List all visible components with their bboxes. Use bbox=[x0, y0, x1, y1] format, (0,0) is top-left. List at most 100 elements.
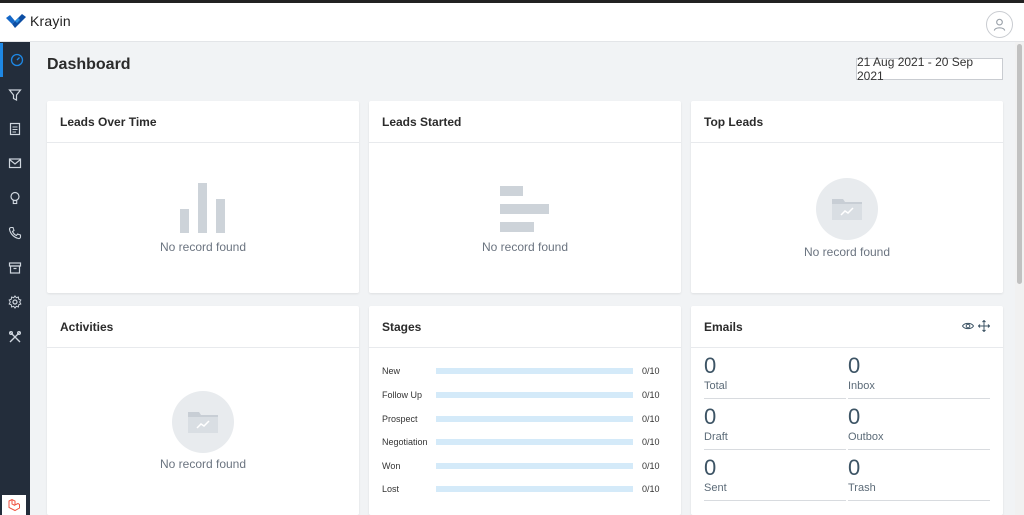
stage-label: Negotiation bbox=[382, 437, 428, 447]
sidebar-item-quotes[interactable] bbox=[0, 112, 30, 146]
card-header: Activities bbox=[47, 306, 359, 348]
email-count: 0 bbox=[848, 404, 861, 429]
card-title: Activities bbox=[60, 319, 114, 334]
stage-progress-bar bbox=[436, 416, 633, 422]
email-count: 0 bbox=[848, 353, 861, 378]
stage-value: 0/10 bbox=[642, 366, 660, 376]
card-header: Leads Started bbox=[369, 101, 681, 143]
empty-message: No record found bbox=[481, 240, 569, 254]
laravel-badge[interactable] bbox=[2, 495, 26, 515]
filter-icon bbox=[8, 89, 22, 101]
card-title: Emails bbox=[704, 319, 743, 334]
card-header: Leads Over Time bbox=[47, 101, 359, 143]
empty-folder-icon bbox=[172, 391, 234, 453]
sidebar-item-contacts[interactable] bbox=[0, 216, 30, 250]
stage-progress-bar bbox=[436, 439, 633, 445]
scrollbar-thumb[interactable] bbox=[1017, 44, 1022, 284]
stage-label: Prospect bbox=[382, 414, 418, 424]
card-title: Leads Over Time bbox=[60, 114, 157, 129]
document-icon bbox=[9, 122, 21, 136]
stage-progress-bar bbox=[436, 463, 633, 469]
stage-row: Follow Up 0/10 bbox=[382, 388, 668, 402]
stage-label: Follow Up bbox=[382, 390, 423, 400]
user-avatar[interactable] bbox=[986, 11, 1013, 38]
stage-value: 0/10 bbox=[642, 390, 660, 400]
stage-row: Prospect 0/10 bbox=[382, 412, 668, 426]
card-header: Top Leads bbox=[691, 101, 1003, 143]
laravel-icon bbox=[8, 498, 20, 512]
page-title: Dashboard bbox=[47, 56, 131, 73]
date-range-picker[interactable]: 21 Aug 2021 - 20 Sep 2021 bbox=[856, 55, 1003, 83]
stage-value: 0/10 bbox=[642, 484, 660, 494]
email-label: Sent bbox=[704, 482, 727, 494]
top-leads-card: Top Leads No record found bbox=[691, 101, 1003, 293]
empty-message: No record found bbox=[803, 245, 891, 259]
card-title: Top Leads bbox=[704, 114, 764, 129]
sidebar-item-dashboard[interactable] bbox=[0, 43, 30, 77]
email-count: 0 bbox=[704, 455, 717, 480]
stage-row: Lost 0/10 bbox=[382, 482, 668, 496]
email-count: 0 bbox=[704, 404, 717, 429]
stage-progress-bar bbox=[436, 368, 633, 374]
email-label: Inbox bbox=[848, 380, 875, 392]
leads-over-time-card: Leads Over Time No record found bbox=[47, 101, 359, 293]
email-stat-outbox[interactable]: 0 Outbox bbox=[848, 405, 990, 450]
stage-label: Lost bbox=[382, 484, 400, 494]
stages-card: Stages New 0/10 Follow Up 0/10 Prospect … bbox=[369, 306, 681, 515]
email-count: 0 bbox=[704, 353, 717, 378]
emails-card: Emails 0 Total 0 Inbox 0 Draft 0 Outbox … bbox=[691, 306, 1003, 515]
sidebar-item-activities[interactable] bbox=[0, 181, 30, 215]
email-stat-trash[interactable]: 0 Trash bbox=[848, 456, 990, 501]
email-label: Total bbox=[704, 380, 728, 392]
user-icon bbox=[993, 18, 1006, 31]
empty-message: No record found bbox=[159, 240, 247, 254]
sidebar-item-settings[interactable] bbox=[0, 285, 30, 319]
stage-row: New 0/10 bbox=[382, 364, 668, 378]
page-scrollbar[interactable] bbox=[1015, 42, 1024, 515]
card-tools bbox=[962, 320, 990, 332]
stage-label: Won bbox=[382, 461, 401, 471]
phone-icon bbox=[8, 226, 22, 240]
sidebar-item-mail[interactable] bbox=[0, 146, 30, 180]
app-name: Krayin bbox=[30, 13, 71, 29]
card-title: Leads Started bbox=[382, 114, 462, 129]
email-label: Outbox bbox=[848, 431, 884, 443]
leads-started-card: Leads Started No record found bbox=[369, 101, 681, 293]
stage-progress-bar bbox=[436, 486, 633, 492]
stage-value: 0/10 bbox=[642, 461, 660, 471]
lightbulb-icon bbox=[10, 191, 20, 205]
email-stat-total[interactable]: 0 Total bbox=[704, 354, 846, 399]
dashboard-icon bbox=[10, 53, 23, 67]
empty-message: No record found bbox=[159, 457, 247, 471]
app-logo[interactable]: Krayin bbox=[6, 13, 71, 29]
top-bar: Krayin bbox=[0, 0, 1024, 42]
stage-value: 0/10 bbox=[642, 437, 660, 447]
eye-icon[interactable] bbox=[962, 320, 974, 332]
stage-value: 0/10 bbox=[642, 414, 660, 424]
stage-row: Won 0/10 bbox=[382, 459, 668, 473]
sidebar-item-leads[interactable] bbox=[0, 78, 30, 112]
tools-icon bbox=[9, 331, 21, 343]
email-label: Trash bbox=[848, 482, 876, 494]
archive-icon bbox=[8, 262, 22, 274]
card-header: Emails bbox=[691, 306, 1003, 348]
stage-row: Negotiation 0/10 bbox=[382, 435, 668, 449]
settings-icon bbox=[8, 295, 22, 309]
card-title: Stages bbox=[382, 319, 422, 334]
email-stat-draft[interactable]: 0 Draft bbox=[704, 405, 846, 450]
krayin-logo-icon bbox=[6, 14, 26, 28]
sidebar-item-products[interactable] bbox=[0, 251, 30, 285]
bar-chart-placeholder-icon bbox=[179, 183, 227, 238]
activities-card: Activities No record found bbox=[47, 306, 359, 515]
email-stat-sent[interactable]: 0 Sent bbox=[704, 456, 846, 501]
sidebar-item-configuration[interactable] bbox=[0, 320, 30, 354]
mail-icon bbox=[8, 158, 22, 169]
stage-progress-bar bbox=[436, 392, 633, 398]
sidebar bbox=[0, 42, 30, 515]
stage-label: New bbox=[382, 366, 401, 376]
email-stat-inbox[interactable]: 0 Inbox bbox=[848, 354, 990, 399]
empty-folder-icon bbox=[816, 178, 878, 240]
email-label: Draft bbox=[704, 431, 728, 443]
horizontal-bar-placeholder-icon bbox=[500, 186, 550, 238]
move-icon[interactable] bbox=[978, 320, 990, 332]
